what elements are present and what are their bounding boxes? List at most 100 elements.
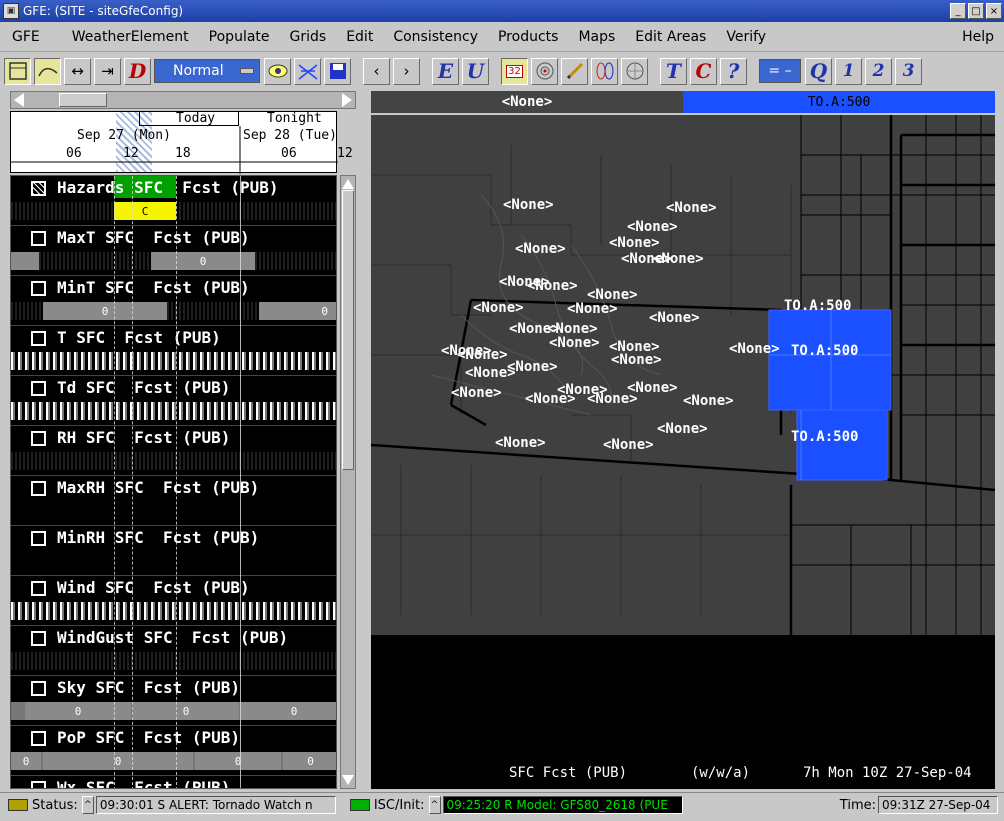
grid-row-minrh[interactable]: MinRH SFC Fcst (PUB)	[11, 526, 336, 576]
grid-row-maxrh[interactable]: MaxRH SFC Fcst (PUB)	[11, 476, 336, 526]
scroll-right-icon[interactable]	[342, 93, 352, 107]
sample-map-icon[interactable]	[294, 57, 321, 85]
expand-icon[interactable]: ↔	[64, 57, 91, 85]
menu-grids[interactable]: Grids	[280, 29, 337, 45]
three-button[interactable]: 3	[895, 57, 922, 85]
grid-manager-icon[interactable]	[4, 57, 31, 85]
menu-populate[interactable]: Populate	[199, 29, 280, 45]
help-question-button[interactable]: ?	[720, 57, 747, 85]
scroll-thumb[interactable]	[342, 190, 354, 470]
q-button[interactable]: Q	[805, 57, 832, 85]
vertical-scrollbar[interactable]	[340, 175, 356, 789]
menu-consistency[interactable]: Consistency	[383, 29, 488, 45]
grid-row-wx[interactable]: Wx SFC Fcst (PUB)	[11, 776, 336, 789]
pencil-icon[interactable]	[561, 57, 588, 85]
u-button[interactable]: U	[462, 57, 489, 85]
status-bar: Status: ^ 09:30:01 S ALERT: Tornado Watc…	[0, 792, 1004, 817]
time-scale[interactable]: Today Tonight Sep 27 (Mon) Sep 28 (Tue) …	[10, 111, 353, 174]
menu-gfe[interactable]: GFE	[0, 29, 50, 45]
grid-row-t[interactable]: T SFC Fcst (PUB)	[11, 326, 336, 376]
target-icon[interactable]	[531, 57, 558, 85]
grid-row-wind[interactable]: Wind SFC Fcst (PUB)	[11, 576, 336, 626]
grid-timebar[interactable]	[11, 602, 336, 620]
close-button[interactable]: ×	[986, 3, 1002, 19]
menu-verify[interactable]: Verify	[716, 29, 776, 45]
grid-block[interactable]: C	[114, 202, 176, 220]
eye-icon[interactable]	[264, 57, 291, 85]
menu-help[interactable]: Help	[952, 29, 1004, 45]
isc-history-button[interactable]: ^	[428, 796, 441, 814]
legend-toa[interactable]: TO.A:500	[683, 91, 995, 113]
scroll-thumb[interactable]	[59, 93, 107, 107]
grid-block[interactable]: 0	[25, 702, 131, 720]
menu-maps[interactable]: Maps	[568, 29, 625, 45]
time-divider	[114, 176, 115, 788]
t-button[interactable]: T	[660, 57, 687, 85]
grid-manager-panel: Today Tonight Sep 27 (Mon) Sep 28 (Tue) …	[8, 89, 358, 789]
grid-row-pop[interactable]: PoP SFC Fcst (PUB) 0 0 0 0	[11, 726, 336, 776]
grid-row-td[interactable]: Td SFC Fcst (PUB)	[11, 376, 336, 426]
smooth-icon[interactable]	[621, 57, 648, 85]
none-label: <None>	[627, 219, 678, 235]
scroll-left-icon[interactable]	[14, 93, 24, 107]
c-label: C	[695, 59, 712, 83]
save-icon[interactable]	[324, 57, 351, 85]
time-step-button[interactable]: 32	[501, 57, 528, 85]
grid-block[interactable]: 0	[195, 752, 281, 770]
grid-row-windgust[interactable]: WindGust SFC Fcst (PUB)	[11, 626, 336, 676]
legend-none[interactable]: <None>	[371, 91, 683, 113]
grid-row-maxt[interactable]: MaxT SFC Fcst (PUB) 0	[11, 226, 336, 276]
grid-list[interactable]: Hazards SFC Fcst (PUB) C MaxT SFC Fcst (…	[10, 175, 337, 789]
two-button[interactable]: 2	[865, 57, 892, 85]
minimize-button[interactable]: _	[950, 3, 966, 19]
footer-units: (w/w/a)	[691, 765, 751, 781]
contour-icon[interactable]	[591, 57, 618, 85]
q-label: Q	[809, 59, 828, 83]
grid-block[interactable]: 0	[133, 702, 239, 720]
map-canvas[interactable]: <None> <None> <None> <None> <None> <None…	[371, 115, 995, 789]
grid-timebar[interactable]	[11, 352, 336, 370]
grid-timebar[interactable]	[11, 402, 336, 420]
grid-name: Wx SFC Fcst (PUB)	[57, 777, 231, 789]
grid-row-rh[interactable]: RH SFC Fcst (PUB)	[11, 426, 336, 476]
grid-timebar[interactable]	[11, 652, 336, 670]
timeseries-icon[interactable]	[34, 57, 61, 85]
menu-edit[interactable]: Edit	[336, 29, 383, 45]
grid-block[interactable]: 0	[241, 702, 336, 720]
grid-block[interactable]: 0	[283, 752, 336, 770]
isc-led-icon	[349, 799, 370, 811]
scroll-down-icon[interactable]	[342, 775, 354, 785]
grid-block[interactable]: 0	[43, 302, 167, 320]
grid-block[interactable]: 0	[43, 752, 193, 770]
grid-block[interactable]: 0	[11, 752, 41, 770]
compress-icon[interactable]: ⇥	[94, 57, 121, 85]
isc-message[interactable]: 09:25:20 R Model: GFS80_2618 (PUE	[442, 796, 683, 814]
scroll-up-icon[interactable]	[342, 179, 354, 189]
status-history-button[interactable]: ^	[81, 796, 94, 814]
menu-edit-areas[interactable]: Edit Areas	[625, 29, 716, 45]
menu-products[interactable]: Products	[488, 29, 568, 45]
one-button[interactable]: 1	[835, 57, 862, 85]
delete-d-button[interactable]: D	[124, 57, 151, 85]
grid-row-sky[interactable]: Sky SFC Fcst (PUB) 0 0 0	[11, 676, 336, 726]
grid-block[interactable]	[11, 252, 39, 270]
grid-timebar[interactable]	[11, 452, 336, 470]
grid-block[interactable]: 0	[259, 302, 336, 320]
step-back-button[interactable]: ‹	[363, 57, 390, 85]
c-button[interactable]: C	[690, 57, 717, 85]
menu-weather-element[interactable]: WeatherElement	[62, 29, 199, 45]
grid-row-hazards[interactable]: Hazards SFC Fcst (PUB) C	[11, 176, 336, 226]
grid-timebar[interactable]	[11, 502, 336, 520]
edit-mode-select[interactable]: Normal	[154, 59, 260, 83]
status-message[interactable]: 09:30:01 S ALERT: Tornado Watch n	[95, 796, 336, 814]
equals-field[interactable]: = –	[759, 59, 801, 83]
step-forward-button[interactable]: ›	[393, 57, 420, 85]
horizontal-scrollbar[interactable]	[10, 91, 356, 109]
time-label: Time:	[839, 797, 876, 813]
e-button[interactable]: E	[432, 57, 459, 85]
grid-timebar[interactable]	[11, 552, 336, 570]
menu-bar: GFE WeatherElement Populate Grids Edit C…	[0, 22, 1004, 52]
grid-row-mint[interactable]: MinT SFC Fcst (PUB) 0 0	[11, 276, 336, 326]
three-label: 3	[902, 61, 915, 81]
maximize-button[interactable]: □	[968, 3, 984, 19]
